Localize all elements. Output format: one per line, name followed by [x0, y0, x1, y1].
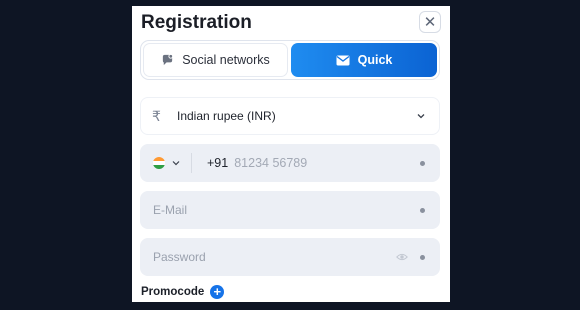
- chevron-down-icon[interactable]: [171, 158, 181, 168]
- currency-select[interactable]: ₹ Indian rupee (INR): [140, 97, 440, 135]
- eye-icon[interactable]: [396, 251, 408, 263]
- country-code: +91: [207, 156, 229, 170]
- phone-input[interactable]: 81234 56789: [234, 156, 307, 170]
- chat-bubble-icon: [163, 53, 174, 65]
- tab-label: Quick: [357, 53, 393, 67]
- email-field[interactable]: E-Mail: [140, 191, 440, 229]
- currency-value: Indian rupee (INR): [177, 109, 276, 123]
- promocode-label: Promocode: [141, 286, 205, 298]
- tab-label: Social networks: [182, 53, 270, 67]
- registration-method-tabs: Social networks Quick: [140, 40, 440, 80]
- required-indicator: [420, 161, 425, 166]
- required-indicator: [420, 208, 425, 213]
- modal-title: Registration: [141, 12, 252, 33]
- tab-quick[interactable]: Quick: [291, 43, 437, 77]
- promocode-toggle[interactable]: Promocode +: [141, 285, 225, 299]
- password-field[interactable]: Password: [140, 238, 440, 276]
- required-indicator: [420, 255, 425, 260]
- email-placeholder: E-Mail: [153, 203, 188, 217]
- envelope-icon: [336, 55, 350, 65]
- chevron-down-icon: [417, 114, 425, 119]
- close-button[interactable]: ✕: [419, 11, 441, 33]
- plus-icon[interactable]: +: [210, 285, 225, 299]
- registration-modal: Registration ✕ Social networks Quick ₹ I…: [132, 6, 450, 302]
- tab-social-networks[interactable]: Social networks: [143, 43, 288, 77]
- divider: [191, 153, 192, 173]
- password-placeholder: Password: [153, 250, 206, 264]
- phone-field: +91 81234 56789: [140, 144, 440, 182]
- india-flag-icon[interactable]: [153, 157, 165, 169]
- rupee-icon: ₹: [152, 107, 161, 124]
- close-icon: ✕: [423, 14, 437, 31]
